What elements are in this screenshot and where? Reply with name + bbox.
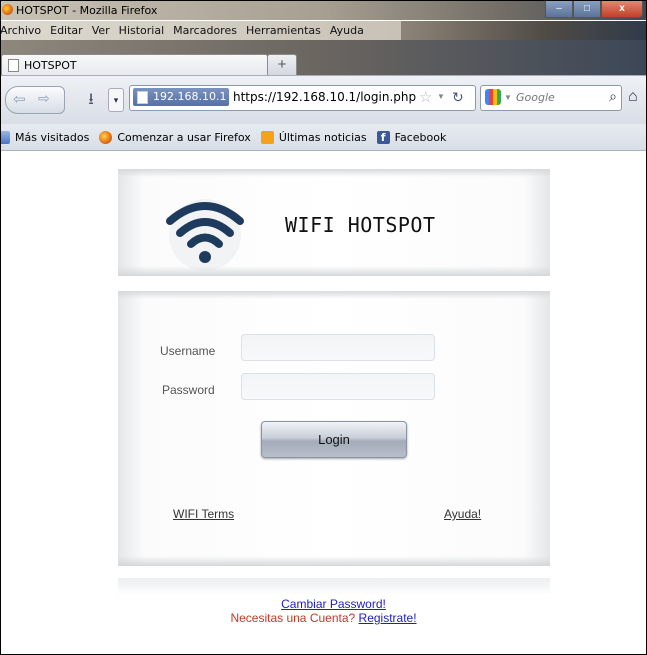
menu-editar[interactable]: Editar	[50, 24, 83, 37]
menu-marcadores[interactable]: Marcadores	[173, 24, 237, 37]
need-account-text: Necesitas una Cuenta?	[230, 611, 356, 625]
wifi-icon	[166, 199, 244, 271]
browser-window: HOTSPOT - Mozilla Firefox – □ x Archivo …	[0, 0, 647, 655]
firefox-logo-icon	[2, 4, 13, 15]
bookmark-label: Facebook	[394, 130, 447, 144]
menu-ver[interactable]: Ver	[92, 24, 110, 37]
menu-archivo[interactable]: Archivo	[1, 24, 41, 37]
password-label: Password	[162, 383, 215, 397]
window-controls: – □ x	[545, 1, 643, 18]
history-dropdown-icon[interactable]: ▾	[108, 88, 124, 112]
back-forward-group: ⇦ ⇨	[5, 86, 65, 114]
menu-herramientas[interactable]: Herramientas	[246, 24, 321, 37]
window-title: HOTSPOT - Mozilla Firefox	[16, 4, 158, 17]
url-dropdown-icon[interactable]: ▼	[437, 92, 445, 101]
bookmarks-bar: Más visitados Comenzar a usar Firefox Úl…	[1, 124, 646, 151]
change-password-link[interactable]: Cambiar Password!	[21, 597, 646, 611]
download-icon[interactable]: ⭳	[78, 88, 104, 110]
page-icon	[8, 59, 19, 72]
tab-label: HOTSPOT	[24, 59, 77, 72]
address-bar[interactable]: 192.168.10.1 https://192.168.10.1/login.…	[129, 85, 476, 111]
username-field[interactable]	[241, 334, 435, 361]
close-button[interactable]: x	[601, 1, 643, 18]
menu-historial[interactable]: Historial	[119, 24, 164, 37]
menu-ayuda[interactable]: Ayuda	[330, 24, 364, 37]
bookmark-mas-visitados[interactable]: Más visitados	[1, 130, 90, 144]
home-icon[interactable]: ⌂	[628, 88, 638, 106]
title-bar: HOTSPOT - Mozilla Firefox – □ x	[1, 1, 646, 20]
wifi-terms-link[interactable]: WIFI Terms	[173, 507, 234, 521]
site-identity-badge[interactable]: 192.168.10.1	[133, 88, 230, 106]
login-panel: Username Password Login WIFI Terms Ayuda…	[118, 291, 550, 566]
login-button[interactable]: Login	[261, 421, 407, 458]
page-icon	[137, 91, 148, 104]
brand-title: WIFI HOTSPOT	[285, 213, 436, 237]
url-text[interactable]: https://192.168.10.1/login.php	[233, 90, 416, 104]
search-icon[interactable]: ⌕	[609, 88, 617, 105]
minimize-button[interactable]: –	[545, 1, 573, 18]
page-content: WIFI HOTSPOT Username Password Login WIF…	[1, 151, 646, 654]
register-link[interactable]: Registrate!	[359, 611, 417, 625]
new-tab-button[interactable]: +	[267, 54, 297, 76]
folder-icon	[1, 130, 10, 144]
bookmark-star-icon[interactable]: ☆	[419, 88, 432, 106]
password-field[interactable]	[241, 373, 435, 400]
facebook-icon: f	[376, 130, 390, 144]
bookmark-label: Más visitados	[15, 130, 90, 144]
google-icon[interactable]	[485, 89, 501, 105]
search-input[interactable]: Google	[516, 91, 555, 104]
search-engine-dropdown-icon[interactable]: ▼	[504, 93, 512, 102]
help-link[interactable]: Ayuda!	[444, 507, 481, 521]
navigation-bar: ⇦ ⇨ ⭳ ▾ 192.168.10.1 https://192.168.10.…	[1, 75, 646, 124]
bookmark-ultimas-noticias[interactable]: Últimas noticias	[260, 130, 367, 144]
bookmark-label: Últimas noticias	[278, 130, 367, 144]
header-panel: WIFI HOTSPOT	[118, 169, 550, 276]
site-identity-label: 192.168.10.1	[153, 90, 227, 103]
username-label: Username	[160, 344, 216, 358]
search-bar[interactable]: ▼ Google ⌕	[480, 85, 622, 111]
bookmark-label: Comenzar a usar Firefox	[117, 130, 251, 144]
tab-strip: HOTSPOT	[1, 40, 646, 77]
bookmark-comenzar-firefox[interactable]: Comenzar a usar Firefox	[99, 130, 251, 144]
rss-icon	[260, 130, 274, 144]
reload-icon[interactable]: ↻	[452, 89, 464, 106]
footer-panel	[118, 578, 550, 596]
back-arrow-icon[interactable]: ⇦	[13, 90, 26, 108]
firefox-icon	[99, 130, 113, 144]
forward-arrow-icon[interactable]: ⇨	[38, 90, 50, 107]
account-links: Cambiar Password! Necesitas una Cuenta? …	[1, 597, 646, 625]
menu-bar: Archivo Editar Ver Historial Marcadores …	[1, 21, 401, 40]
bookmark-facebook[interactable]: f Facebook	[376, 130, 447, 144]
maximize-button[interactable]: □	[573, 1, 601, 18]
tab-hotspot[interactable]: HOTSPOT	[1, 54, 268, 77]
window-background	[401, 21, 646, 40]
